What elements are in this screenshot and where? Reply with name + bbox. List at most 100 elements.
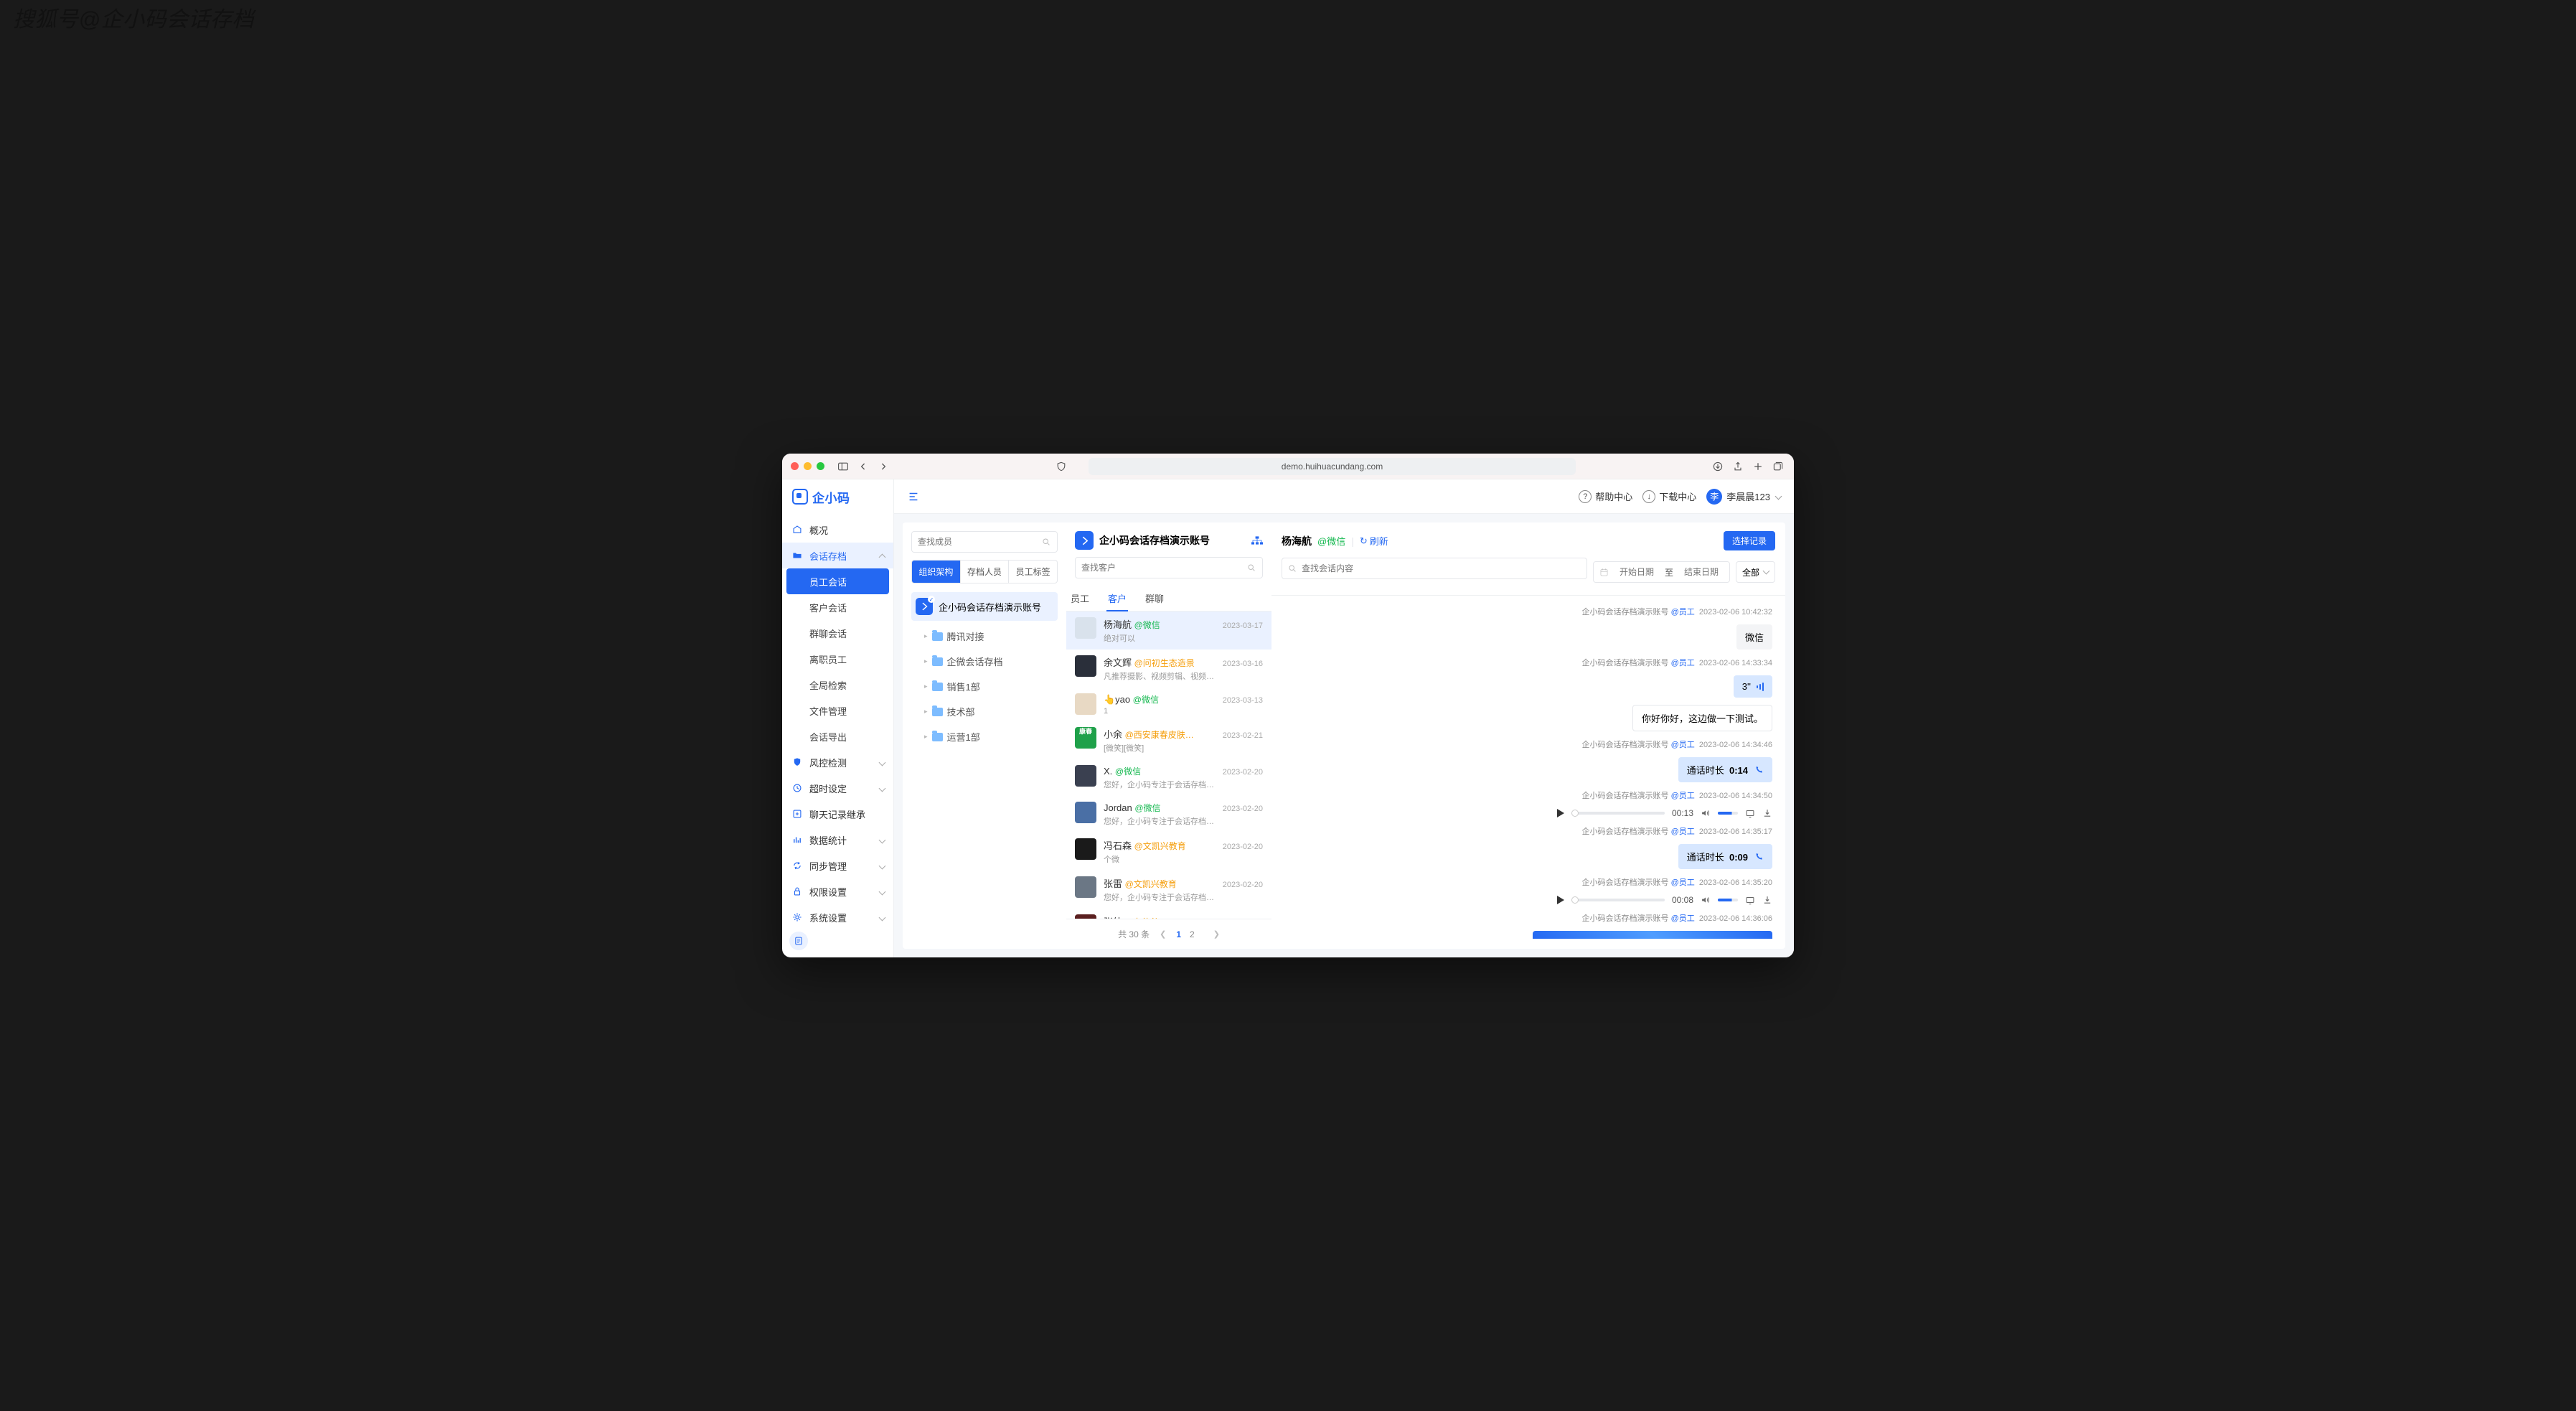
- main: ?帮助中心 ↓下载中心 李 李晨晨123: [894, 479, 1794, 957]
- nav-item[interactable]: 系统设置: [782, 904, 893, 930]
- nav-subitem[interactable]: 客户会话: [782, 594, 893, 620]
- tabs-overview-icon[interactable]: [1771, 459, 1785, 474]
- chat-search-input[interactable]: [1302, 563, 1581, 573]
- nav-icon: [792, 550, 802, 561]
- share-icon[interactable]: [1731, 459, 1745, 474]
- contacts-tab[interactable]: 客户: [1106, 586, 1128, 611]
- org-tree-root[interactable]: ✓ 企小码会话存档演示账号: [911, 592, 1058, 621]
- sidebar-float-button[interactable]: [789, 932, 808, 950]
- nav-item[interactable]: 会话存档: [782, 543, 893, 568]
- pager-page[interactable]: 2: [1190, 929, 1195, 939]
- filter-select[interactable]: 全部: [1736, 561, 1775, 583]
- org-tab[interactable]: 存档人员: [961, 561, 1010, 583]
- nav-item[interactable]: 权限设置: [782, 878, 893, 904]
- nav-item[interactable]: 同步管理: [782, 853, 893, 878]
- nav-item[interactable]: 数据统计: [782, 827, 893, 853]
- message-bubble: 微信: [1736, 624, 1772, 650]
- contact-item[interactable]: 冯石森 @文凯兴教育2023-02-20个微: [1066, 833, 1271, 871]
- volume-icon[interactable]: [1701, 895, 1711, 905]
- contacts-list: 杨海航 @微信2023-03-17绝对可以余文辉 @问初生态造景2023-03-…: [1066, 611, 1271, 919]
- nav-icon: [792, 757, 802, 767]
- org-root-icon: ✓: [916, 598, 933, 615]
- download-link[interactable]: ↓下载中心: [1642, 489, 1696, 503]
- new-tab-icon[interactable]: [1751, 459, 1765, 474]
- org-search-input[interactable]: [918, 537, 1042, 547]
- nav-subitem[interactable]: 会话导出: [782, 723, 893, 749]
- workbench: 组织架构存档人员员工标签 ✓ 企小码会话存档演示账号 腾讯对接企微会话存档销售1…: [894, 514, 1794, 957]
- nav-item[interactable]: 聊天记录继承: [782, 801, 893, 827]
- folder-icon: [932, 708, 943, 716]
- date-start-input[interactable]: [1614, 567, 1659, 577]
- tree-node[interactable]: 销售1部: [911, 674, 1058, 699]
- nav-subitem[interactable]: 群聊会话: [782, 620, 893, 646]
- window-close[interactable]: [791, 462, 799, 470]
- download-audio-icon[interactable]: [1762, 808, 1772, 818]
- contact-avatar: [1075, 617, 1096, 639]
- shield-icon[interactable]: [1054, 459, 1068, 474]
- contact-item[interactable]: 杨海航 @微信2023-03-17绝对可以: [1066, 611, 1271, 650]
- chat-search[interactable]: [1282, 558, 1587, 579]
- download-icon[interactable]: [1711, 459, 1725, 474]
- select-records-button[interactable]: 选择记录: [1724, 531, 1775, 550]
- audio-slider[interactable]: [1571, 899, 1665, 901]
- org-search[interactable]: [911, 531, 1058, 553]
- logo-text: 企小码: [812, 488, 850, 506]
- nav-forward-icon[interactable]: [876, 459, 890, 474]
- window-zoom[interactable]: [817, 462, 824, 470]
- contact-item[interactable]: 余文辉 @问初生态造景2023-03-16凡推荐摄影、视频剪辑、视频…: [1066, 650, 1271, 688]
- tree-node[interactable]: 技术部: [911, 699, 1058, 724]
- contact-item[interactable]: X. @微信2023-02-20您好，企小码专注于会话存档…: [1066, 759, 1271, 796]
- nav-subitem[interactable]: 文件管理: [782, 698, 893, 723]
- org-chart-icon[interactable]: [1251, 536, 1263, 545]
- contact-item[interactable]: Jordan @微信2023-02-20您好，企小码专注于会话存档…: [1066, 796, 1271, 833]
- contact-item[interactable]: 张雷 @文凯兴教育2023-02-20您好，企小码专注于会话存档…: [1066, 871, 1271, 909]
- nav-subitem[interactable]: 员工会话: [786, 568, 889, 594]
- message-meta: 企小码会话存档演示账号 @员工 2023-02-06 14:35:17: [1284, 825, 1772, 837]
- call-bubble: 通话时长 0:14: [1678, 757, 1772, 782]
- org-root-label: 企小码会话存档演示账号: [939, 600, 1041, 614]
- contacts-search[interactable]: [1075, 557, 1263, 578]
- play-button[interactable]: [1557, 809, 1564, 817]
- nav-subitem[interactable]: 离职员工: [782, 646, 893, 672]
- help-link[interactable]: ?帮助中心: [1579, 489, 1632, 503]
- nav-item[interactable]: 超时设定: [782, 775, 893, 801]
- tree-node[interactable]: 运营1部: [911, 724, 1058, 749]
- contact-item[interactable]: 张外 @左旋律2023-02-19你好: [1066, 909, 1271, 919]
- window-minimize[interactable]: [804, 462, 812, 470]
- volume-slider[interactable]: [1718, 812, 1738, 815]
- contact-item[interactable]: 👆yao @微信2023-03-131: [1066, 688, 1271, 721]
- voice-bubble[interactable]: 3'': [1734, 675, 1772, 698]
- pager-page[interactable]: 1: [1176, 929, 1181, 939]
- contact-item[interactable]: 康春小余 @西安康春皮肤…2023-02-21[微笑][微笑]: [1066, 721, 1271, 759]
- expand-icon[interactable]: [1745, 808, 1755, 818]
- org-tab[interactable]: 组织架构: [912, 561, 961, 583]
- url-bar[interactable]: demo.huihuacundang.com: [1089, 458, 1576, 475]
- volume-icon[interactable]: [1701, 808, 1711, 818]
- nav-subitem[interactable]: 全局检索: [782, 672, 893, 698]
- tree-node[interactable]: 腾讯对接: [911, 624, 1058, 649]
- user-menu[interactable]: 李 李晨晨123: [1706, 489, 1781, 505]
- nav-item[interactable]: 概况: [782, 517, 893, 543]
- expand-icon[interactable]: [1745, 895, 1755, 905]
- contacts-search-input[interactable]: [1081, 563, 1247, 573]
- pager-prev[interactable]: ❮: [1160, 929, 1166, 939]
- date-range[interactable]: 至: [1593, 561, 1730, 583]
- phone-icon: [1754, 852, 1764, 862]
- nav-item[interactable]: 风控检测: [782, 749, 893, 775]
- org-tab[interactable]: 员工标签: [1009, 561, 1057, 583]
- tree-node[interactable]: 企微会话存档: [911, 649, 1058, 674]
- sidebar-toggle-icon[interactable]: [836, 459, 850, 474]
- play-button[interactable]: [1557, 896, 1564, 904]
- chat-header: 杨海航 @微信 | 刷新 选择记录: [1271, 522, 1785, 596]
- image-message[interactable]: [1533, 931, 1772, 939]
- pager-next[interactable]: ❯: [1213, 929, 1220, 939]
- contacts-tab[interactable]: 群聊: [1144, 586, 1165, 611]
- audio-slider[interactable]: [1571, 812, 1665, 815]
- date-end-input[interactable]: [1679, 567, 1724, 577]
- refresh-button[interactable]: 刷新: [1360, 534, 1388, 548]
- contacts-tab[interactable]: 员工: [1069, 586, 1091, 611]
- nav-back-icon[interactable]: [856, 459, 870, 474]
- volume-slider[interactable]: [1718, 899, 1738, 901]
- download-audio-icon[interactable]: [1762, 895, 1772, 905]
- collapse-sidebar-icon[interactable]: [907, 490, 920, 503]
